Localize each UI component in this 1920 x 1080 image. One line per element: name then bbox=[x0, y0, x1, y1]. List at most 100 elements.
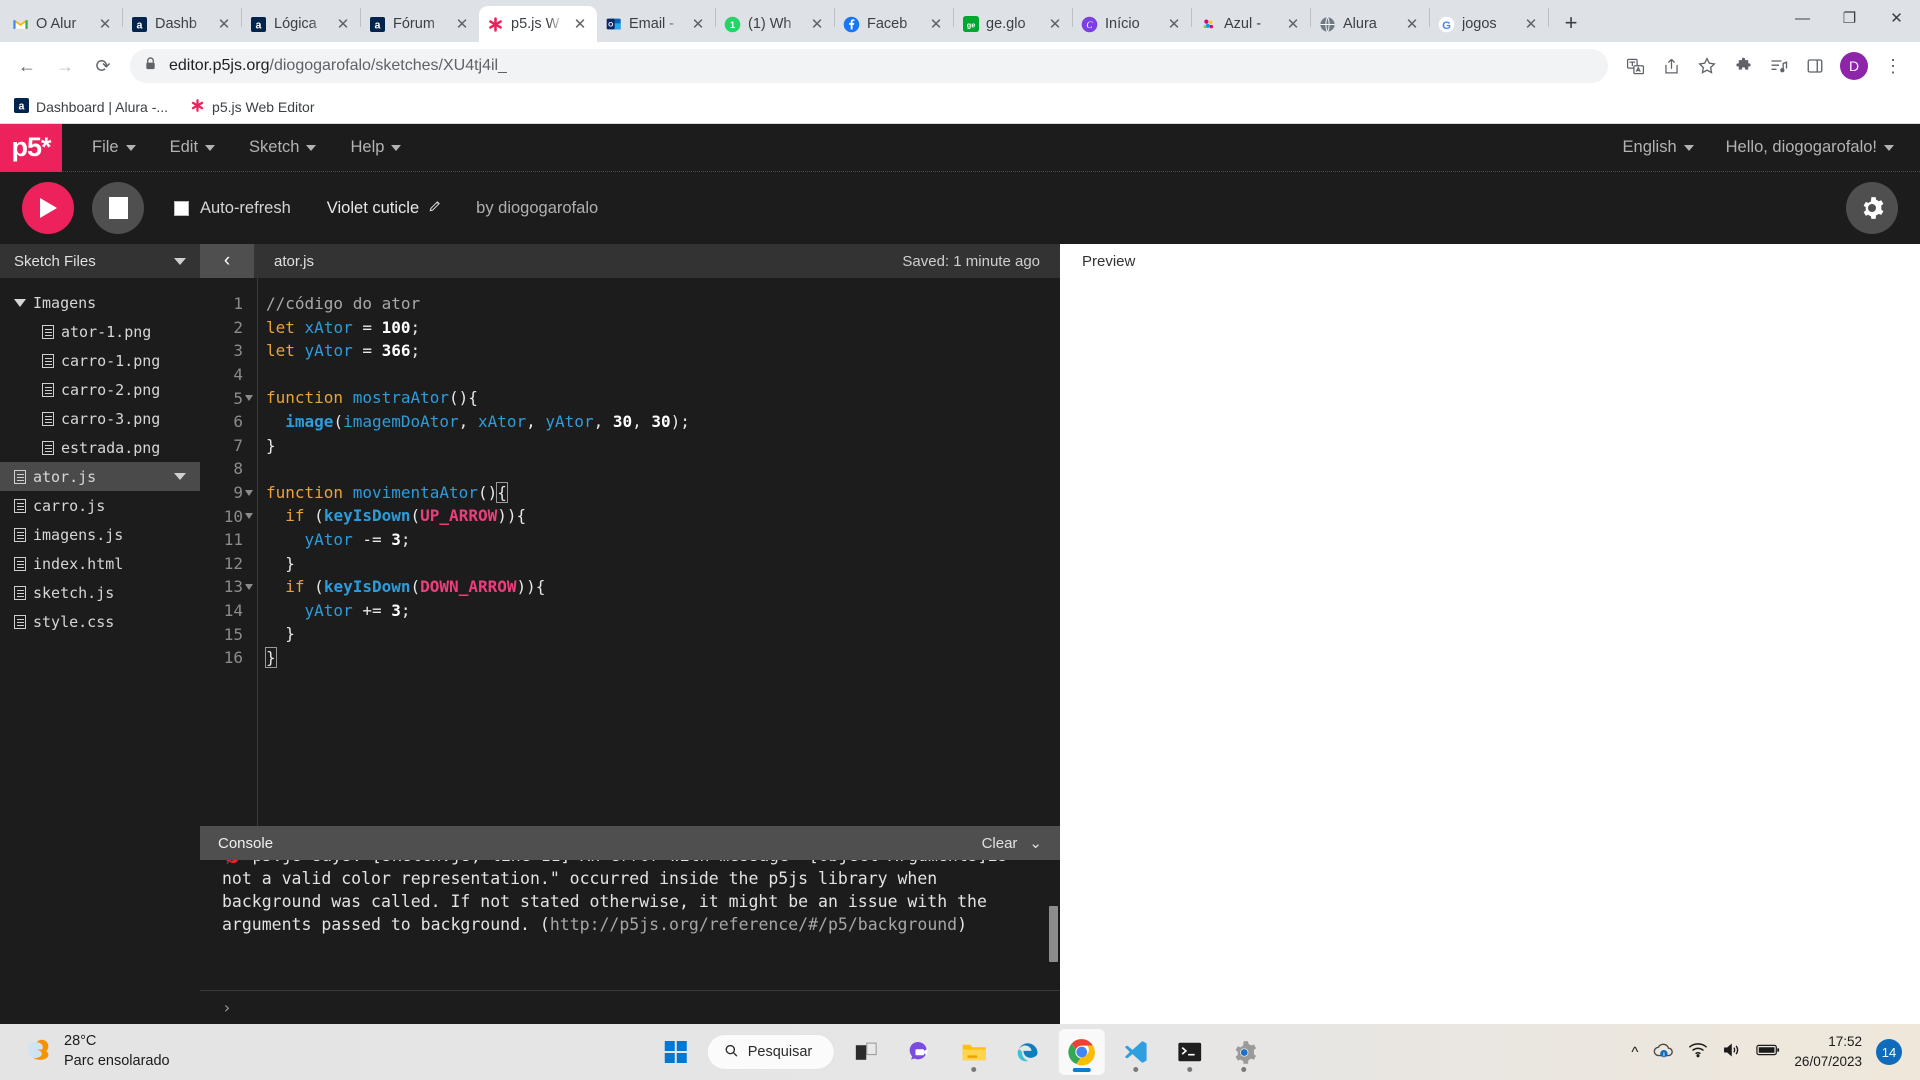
close-icon[interactable]: ✕ bbox=[1284, 15, 1302, 33]
browser-tab[interactable]: Alura ✕ bbox=[1311, 6, 1429, 42]
chevron-left-icon[interactable]: ‹ bbox=[200, 244, 254, 278]
back-icon[interactable]: ← bbox=[10, 49, 44, 83]
close-icon[interactable]: ✕ bbox=[334, 15, 352, 33]
gear-icon[interactable] bbox=[1846, 182, 1898, 234]
browser-tab[interactable]: O Alur ✕ bbox=[4, 6, 122, 42]
code-editor[interactable]: 1 2 3 4 5 6 7 8 9 10 11 12 13 14 15 16 /… bbox=[200, 278, 1060, 826]
settings-icon[interactable] bbox=[1221, 1029, 1267, 1075]
file-estrada-png[interactable]: estrada.png bbox=[0, 433, 200, 462]
chevron-down-icon[interactable] bbox=[174, 473, 186, 480]
close-icon[interactable]: ✕ bbox=[571, 15, 589, 33]
auto-refresh-toggle[interactable]: Auto-refresh bbox=[174, 199, 291, 218]
new-tab-button[interactable]: + bbox=[1555, 7, 1587, 39]
code-content[interactable]: //código do ator let xAtor = 100; let yA… bbox=[258, 278, 1060, 826]
chevron-down-icon[interactable] bbox=[174, 257, 186, 265]
close-icon[interactable]: ✕ bbox=[1403, 15, 1421, 33]
bookmark-item[interactable]: a Dashboard | Alura -... bbox=[14, 97, 168, 116]
fold-icon[interactable] bbox=[245, 395, 253, 402]
address-bar[interactable]: editor.p5js.org/diogogarofalo/sketches/X… bbox=[130, 49, 1608, 83]
console-prompt[interactable]: › bbox=[200, 990, 1060, 1024]
editor-tab-ator-js[interactable]: ator.js bbox=[254, 253, 334, 270]
author-name[interactable]: diogogarofalo bbox=[498, 199, 598, 217]
teams-icon[interactable] bbox=[897, 1029, 943, 1075]
preview-canvas[interactable] bbox=[1060, 278, 1920, 1024]
browser-tab[interactable]: G jogos ✕ bbox=[1430, 6, 1548, 42]
battery-icon[interactable] bbox=[1756, 1043, 1780, 1062]
task-view-icon[interactable] bbox=[843, 1029, 889, 1075]
menu-sketch[interactable]: Sketch bbox=[249, 138, 317, 157]
file-carro-js[interactable]: carro.js bbox=[0, 491, 200, 520]
share-icon[interactable] bbox=[1654, 49, 1688, 83]
sidebar-header[interactable]: Sketch Files bbox=[0, 244, 200, 278]
star-icon[interactable] bbox=[1690, 49, 1724, 83]
maximize-button[interactable]: ❐ bbox=[1826, 0, 1873, 36]
minimize-button[interactable]: — bbox=[1779, 0, 1826, 36]
clock[interactable]: 17:52 26/07/2023 bbox=[1794, 1032, 1862, 1071]
file-ator-1-png[interactable]: ator-1.png bbox=[0, 317, 200, 346]
console-output[interactable]: 🐞 p5.js says: [sketch.js, line 11] An er… bbox=[200, 860, 1060, 990]
avatar[interactable]: D bbox=[1840, 52, 1868, 80]
close-icon[interactable]: ✕ bbox=[1046, 15, 1064, 33]
file-carro-3-png[interactable]: carro-3.png bbox=[0, 404, 200, 433]
menu-help[interactable]: Help bbox=[350, 138, 402, 157]
file-style-css[interactable]: style.css bbox=[0, 607, 200, 636]
bookmark-item[interactable]: p5.js Web Editor bbox=[190, 98, 315, 116]
stop-button[interactable] bbox=[92, 182, 144, 234]
close-icon[interactable]: ✕ bbox=[1522, 15, 1540, 33]
file-carro-1-png[interactable]: carro-1.png bbox=[0, 346, 200, 375]
chevron-up-icon[interactable]: ^ bbox=[1631, 1044, 1638, 1061]
browser-tab[interactable]: C Início ✕ bbox=[1073, 6, 1191, 42]
notification-badge[interactable]: 14 bbox=[1876, 1039, 1902, 1065]
reload-icon[interactable]: ⟳ bbox=[86, 49, 120, 83]
sketch-name[interactable]: Violet cuticle bbox=[327, 199, 442, 218]
browser-tab[interactable]: Azul - ✕ bbox=[1192, 6, 1310, 42]
file-explorer-icon[interactable] bbox=[951, 1029, 997, 1075]
close-icon[interactable]: ✕ bbox=[215, 15, 233, 33]
clear-console-button[interactable]: Clear bbox=[982, 835, 1018, 852]
close-icon[interactable]: ✕ bbox=[689, 15, 707, 33]
close-icon[interactable]: ✕ bbox=[1165, 15, 1183, 33]
forward-icon[interactable]: → bbox=[48, 49, 82, 83]
volume-icon[interactable] bbox=[1722, 1042, 1742, 1063]
auto-refresh-checkbox[interactable] bbox=[174, 200, 189, 216]
browser-tab[interactable]: ge ge.glo ✕ bbox=[954, 6, 1072, 42]
file-carro-2-png[interactable]: carro-2.png bbox=[0, 375, 200, 404]
edge-icon[interactable] bbox=[1005, 1029, 1051, 1075]
translate-icon[interactable] bbox=[1618, 49, 1652, 83]
weather-widget[interactable]: 28°C Parc ensolarado bbox=[0, 1032, 170, 1071]
pencil-icon[interactable] bbox=[428, 199, 442, 218]
terminal-icon[interactable] bbox=[1167, 1029, 1213, 1075]
kebab-menu-icon[interactable]: ⋮ bbox=[1876, 49, 1910, 83]
console-message-link[interactable]: http://p5js.org/reference/#/p5/backgroun… bbox=[550, 915, 957, 934]
play-button[interactable] bbox=[22, 182, 74, 234]
windows-start-icon[interactable] bbox=[653, 1029, 699, 1075]
fold-icon[interactable] bbox=[245, 583, 253, 590]
browser-tab[interactable]: a Dashb ✕ bbox=[123, 6, 241, 42]
browser-tab[interactable]: a Lógica ✕ bbox=[242, 6, 360, 42]
chrome-icon[interactable] bbox=[1059, 1029, 1106, 1075]
close-icon[interactable]: ✕ bbox=[808, 15, 826, 33]
console-scrollbar[interactable] bbox=[1049, 906, 1058, 962]
close-icon[interactable]: ✕ bbox=[453, 15, 471, 33]
file-imagens-js[interactable]: imagens.js bbox=[0, 520, 200, 549]
browser-tab-active[interactable]: p5.js W ✕ bbox=[479, 6, 597, 42]
close-icon[interactable]: ✕ bbox=[96, 15, 114, 33]
close-window-button[interactable]: ✕ bbox=[1873, 0, 1920, 36]
language-selector[interactable]: English bbox=[1623, 138, 1694, 157]
menu-file[interactable]: File bbox=[92, 138, 136, 157]
media-list-icon[interactable] bbox=[1762, 49, 1796, 83]
puzzle-icon[interactable] bbox=[1726, 49, 1760, 83]
close-icon[interactable]: ✕ bbox=[927, 15, 945, 33]
account-menu[interactable]: Hello, diogogarofalo! bbox=[1726, 138, 1894, 157]
browser-tab[interactable]: O Email - ✕ bbox=[597, 6, 715, 42]
file-index-html[interactable]: index.html bbox=[0, 549, 200, 578]
onedrive-icon[interactable]: i bbox=[1652, 1041, 1674, 1064]
wifi-icon[interactable] bbox=[1688, 1042, 1708, 1063]
menu-edit[interactable]: Edit bbox=[170, 138, 216, 157]
vscode-icon[interactable] bbox=[1113, 1029, 1159, 1075]
chevron-down-icon[interactable]: ⌄ bbox=[1029, 834, 1042, 852]
browser-tab[interactable]: 1 (1) Wh ✕ bbox=[716, 6, 834, 42]
side-panel-icon[interactable] bbox=[1798, 49, 1832, 83]
file-sketch-js[interactable]: sketch.js bbox=[0, 578, 200, 607]
fold-icon[interactable] bbox=[245, 513, 253, 520]
